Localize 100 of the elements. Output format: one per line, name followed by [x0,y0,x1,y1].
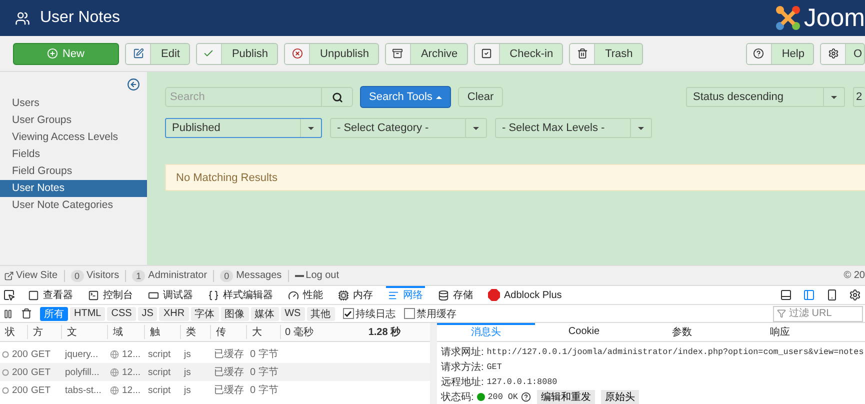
filter-type-button[interactable]: CSS [107,306,136,320]
status-link[interactable]: 0 Visitors [70,270,120,282]
table-cell-text: 0 字节 [249,348,280,361]
timeline-label: 1.28 秒 [368,326,401,339]
table-cell-text: 0 字节 [249,366,280,379]
table-cell-text: GET [30,384,52,396]
column-header[interactable]: 状 [0,325,28,339]
devtools-tab[interactable]: 调试器 [146,286,195,304]
toolbar-button[interactable]: Archive [384,42,468,64]
column-header[interactable]: 方 [28,325,62,339]
field-label: 远程地址: [441,376,484,389]
table-cell-text: 12... [121,348,142,360]
column-header[interactable]: 文 [62,325,108,339]
timeline-label: 0 毫秒 [285,326,314,339]
table-cell-text: script [147,348,172,360]
devtools-tab[interactable]: 网络 [386,286,425,304]
ordering-select[interactable]: Status descending [686,87,845,107]
field-label: 请求网址: [441,346,484,360]
detail-tab[interactable]: 响应 [731,323,829,341]
page-title: User Notes [40,9,120,27]
column-header[interactable]: 类 [181,325,211,339]
table-cell-text: 200 [11,384,28,396]
filter-select[interactable]: - Select Max Levels - [495,118,652,138]
devtools-tab[interactable]: Adblock Plus [486,286,564,304]
toolbar-button[interactable]: Trash [569,42,643,64]
field-value: http://127.0.0.1/joomla/administrator/index.php?option=com_users&view=notes [486,347,864,358]
detail-button[interactable]: 编辑和重发 [536,390,595,404]
sidebar-item[interactable]: User Notes [0,180,147,197]
field-value: GET [486,362,502,372]
table-cell-text: 200 [11,348,28,360]
view-site-link[interactable]: View Site [16,270,58,281]
limit-select[interactable]: 2 [853,87,865,107]
field-value: 200 OK [488,392,518,402]
logout-link[interactable]: Log out [306,270,340,281]
table-cell-text: js [182,366,192,378]
field-label: 状态码: [441,390,474,404]
table-cell-text: script [147,366,172,378]
sidebar-item[interactable]: User Groups [0,112,147,129]
toolbar-button[interactable]: Publish [196,42,278,64]
filter-type-button[interactable]: 图像 [220,306,249,320]
search-field[interactable]: Search [165,87,322,107]
table-cell-text: GET [30,348,52,360]
filter-type-button[interactable]: 媒体 [250,306,279,320]
toolbar-button[interactable]: Check-in [474,42,564,64]
toolbar-button[interactable]: O [820,42,865,64]
status-link[interactable]: 0 Messages [220,270,282,282]
toolbar-button[interactable]: Unpublish [284,42,379,64]
column-header[interactable]: 触 [145,325,181,339]
table-cell-text: polyfill... [64,366,100,378]
sidebar-item[interactable]: Users [0,95,147,112]
table-cell-text: 12... [121,384,142,396]
field-value: 127.0.0.1:8080 [486,376,558,387]
detail-button[interactable]: 原始头 [600,390,639,404]
table-cell-text: 已缓存 [213,366,245,379]
column-header[interactable]: 域 [108,325,145,339]
filter-type-button[interactable]: 其他 [306,306,335,320]
column-header[interactable]: 大 [247,325,281,339]
logo-text: Joom [804,6,865,30]
table-cell-text: 已缓存 [213,348,245,361]
sidebar-item[interactable]: Field Groups [0,163,147,180]
devtools-tab[interactable]: 性能 [286,286,325,304]
toolbar-button[interactable]: Help [746,42,814,64]
toolbar-button[interactable]: Edit [125,42,190,64]
filter-type-button[interactable]: 所有 [40,306,68,320]
filter-select[interactable]: Published [165,118,322,138]
checkbox-label: 持续日志 [356,308,396,320]
filter-select[interactable]: - Select Category - [330,118,487,138]
filter-type-button[interactable]: WS [280,306,305,320]
table-cell-text: 0 字节 [249,384,280,397]
table-cell-text: 已缓存 [213,384,245,397]
detail-tab[interactable]: 消息头 [437,323,535,341]
table-cell-text: js [182,384,192,396]
copyright-text: © 20 [844,270,865,281]
devtools-tab[interactable]: 样式编辑器 [206,286,275,304]
clear-button[interactable]: Clear [458,87,503,107]
devtools-tab[interactable]: 存储 [436,286,475,304]
filter-type-button[interactable]: 字体 [190,306,219,320]
alert-message: No Matching Results [165,164,865,191]
devtools-tab[interactable]: 内存 [336,286,375,304]
status-link[interactable]: 1 Administrator [132,270,208,282]
sidebar-item[interactable]: Viewing Access Levels [0,129,147,146]
field-label: 请求方法: [441,360,484,374]
devtools-tab[interactable]: 查看器 [26,286,75,304]
column-header[interactable]: 传 [211,325,247,339]
table-cell-text: jquery... [64,348,100,360]
table-cell-text: tabs-st... [64,384,102,396]
table-cell-text: 200 [11,366,28,378]
sidebar-item[interactable]: Fields [0,146,147,163]
devtools-tab[interactable]: 控制台 [86,286,135,304]
filter-type-button[interactable]: HTML [70,306,106,320]
detail-tab[interactable]: Cookie [535,323,633,341]
filter-type-button[interactable]: XHR [159,306,189,320]
search-tools-button[interactable]: Search Tools [360,86,452,108]
table-cell-text: js [182,348,192,360]
table-cell-text: GET [30,366,52,378]
table-cell-text: 12... [121,366,142,378]
filter-type-button[interactable]: JS [138,306,158,320]
sidebar-item[interactable]: User Note Categories [0,197,147,214]
filter-box[interactable]: 过滤 URL [773,306,863,322]
detail-tab[interactable]: 参数 [633,323,731,341]
